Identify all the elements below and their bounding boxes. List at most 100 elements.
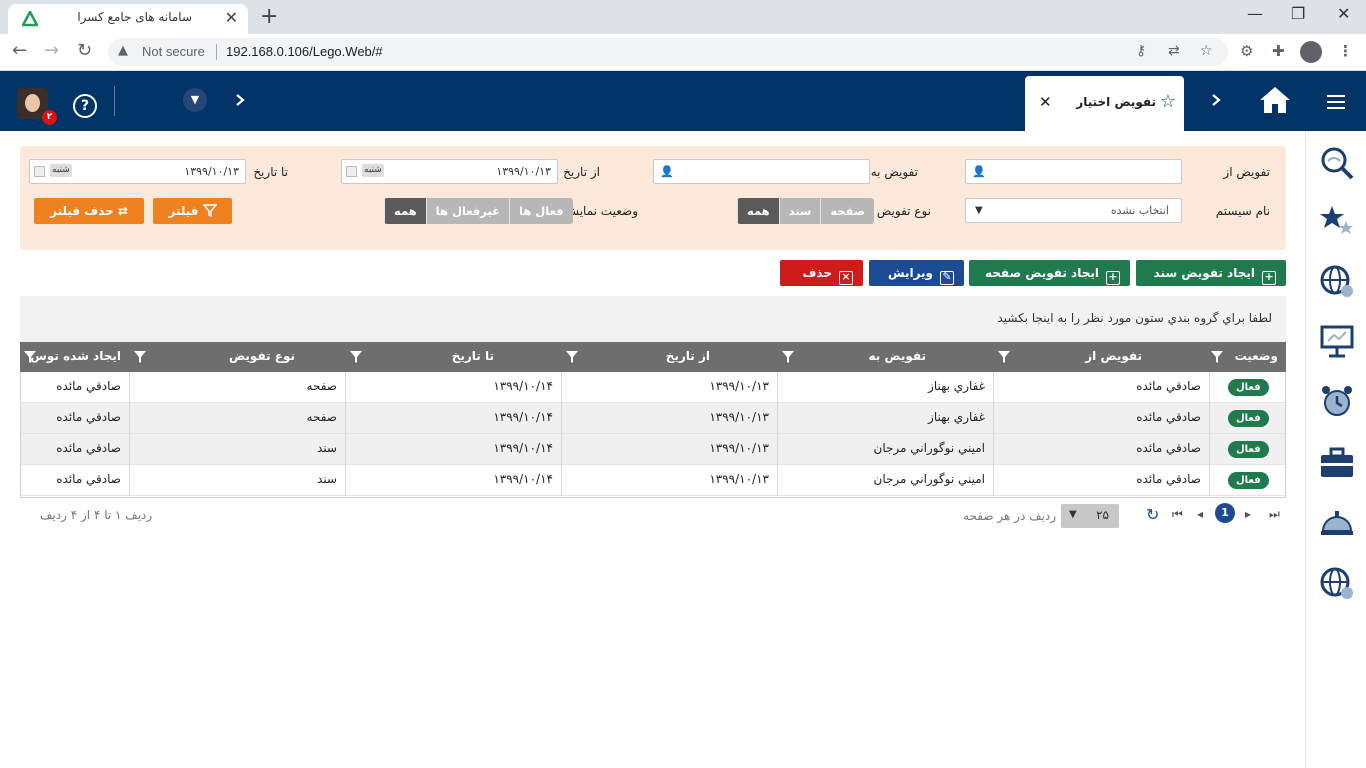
puzzle-icon[interactable]: ✚ [1272, 42, 1285, 60]
briefcase-icon[interactable] [1319, 445, 1355, 481]
filter-icon[interactable] [566, 351, 578, 363]
alarm-clock-icon[interactable] [1319, 383, 1355, 419]
first-page-icon[interactable]: ⏮ [1172, 507, 1183, 522]
key-icon[interactable]: ⚷ [1136, 43, 1146, 59]
filter-icon[interactable] [134, 351, 146, 363]
column-header-to-date[interactable]: تا تاریخ [345, 342, 561, 372]
created-by-cell: صادقي مائده [56, 379, 121, 393]
service-bell-icon[interactable] [1319, 503, 1355, 539]
edit-button[interactable]: ✎ ویرایش [869, 260, 964, 286]
extension-icon[interactable]: ⚙ [1240, 42, 1253, 60]
from-user-field[interactable]: 👤 [965, 159, 1182, 184]
close-window-icon[interactable]: ✕ [1337, 4, 1350, 23]
system-select[interactable]: ▼ انتخاب نشده [965, 198, 1182, 223]
column-header-from[interactable]: تفویض از [993, 342, 1209, 372]
delete-button[interactable]: × حذف [780, 260, 863, 286]
to-date-label: تا تاریخ [253, 165, 288, 179]
close-icon[interactable]: ✕ [1039, 93, 1052, 111]
column-header-to[interactable]: تفویض به [777, 342, 993, 372]
new-tab-icon[interactable]: + [260, 4, 278, 29]
type-option-all[interactable]: همه [737, 198, 779, 224]
from-date-field[interactable]: شنبه ۱۳۹۹/۱۰/۱۳ [341, 159, 558, 184]
profile-icon[interactable] [1300, 41, 1322, 63]
type-cell: سند [317, 441, 337, 455]
filter-icon[interactable] [350, 351, 362, 363]
filter-button[interactable]: فیلتر [153, 198, 232, 224]
edit-label: ویرایش [887, 266, 933, 280]
translate-icon[interactable]: ⇄ [1168, 43, 1180, 59]
close-box-icon: × [839, 271, 853, 285]
favorites-icon[interactable] [1319, 203, 1355, 239]
type-label: نوع تفویض [876, 204, 931, 218]
chevron-right-icon[interactable] [234, 93, 246, 107]
chevron-down-icon[interactable]: ▼ [183, 88, 207, 112]
calendar-icon[interactable] [346, 166, 357, 177]
status-option-inactive[interactable]: غیرفعال ها [425, 198, 509, 224]
column-header-from-date[interactable]: از تاریخ [561, 342, 777, 372]
filter-icon[interactable] [24, 351, 36, 363]
from-date-cell: ۱۳۹۹/۱۰/۱۳ [709, 379, 769, 393]
help-icon[interactable]: ? [73, 94, 97, 118]
filter-icon[interactable] [1211, 351, 1223, 363]
column-header-label: تا تاریخ [451, 349, 494, 363]
to-date-field[interactable]: شنبه ۱۳۹۹/۱۰/۱۳ [29, 159, 246, 184]
search-icon[interactable] [1319, 145, 1355, 181]
from-date-cell: ۱۳۹۹/۱۰/۱۳ [709, 472, 769, 486]
user-icon: 👤 [660, 165, 674, 178]
favorite-star-icon[interactable]: ☆ [1160, 91, 1176, 112]
to-cell: اميني نوگوراني مرجان [873, 441, 986, 455]
last-page-icon[interactable]: ⏭ [1269, 507, 1280, 522]
calendar-icon[interactable] [34, 166, 45, 177]
current-page[interactable]: 1 [1215, 503, 1235, 523]
back-icon[interactable]: ← [12, 40, 27, 61]
menu-dots-icon[interactable]: ⋮ [1338, 42, 1353, 60]
tab-delegation-label: تفویض اختیار [1076, 95, 1156, 109]
column-header-status[interactable]: وضعیت [1209, 342, 1286, 372]
type-option-doc[interactable]: سند [778, 198, 821, 224]
forward-icon[interactable]: → [44, 40, 59, 61]
group-drop-area[interactable]: لطفا براي گروه بندي ستون مورد نظر را به … [20, 296, 1286, 342]
status-option-active[interactable]: فعال ها [509, 198, 573, 224]
close-tab-icon[interactable]: ✕ [225, 8, 238, 27]
to-date-cell: ۱۳۹۹/۱۰/۱۴ [493, 410, 553, 424]
filter-icon[interactable] [998, 351, 1010, 363]
chevron-right-icon[interactable] [1210, 93, 1222, 107]
create-doc-delegation-button[interactable]: + ایجاد تفویض سند [1136, 260, 1286, 286]
table-row[interactable]: فعال صادقي مائده اميني نوگوراني مرجان ۱۳… [20, 434, 1286, 465]
refresh-icon[interactable]: ↻ [1146, 505, 1159, 524]
column-header-created-by[interactable]: ایجاد شده توس [20, 342, 129, 372]
presentation-board-icon[interactable] [1319, 323, 1355, 359]
maximize-icon[interactable]: ❐ [1291, 4, 1305, 23]
table-row[interactable]: فعال صادقي مائده اميني نوگوراني مرجان ۱۳… [20, 465, 1286, 496]
globe-gear-icon[interactable] [1319, 565, 1355, 601]
minimize-icon[interactable]: — [1247, 4, 1263, 23]
url-text[interactable]: 192.168.0.106/Lego.Web/# [226, 44, 383, 59]
browser-tab[interactable]: سامانه های جامع کسرا ✕ [8, 4, 248, 34]
page-size-select[interactable]: ▼ ۲۵ [1061, 504, 1119, 528]
table-row[interactable]: فعال صادقي مائده غفاري بهناز ۱۳۹۹/۱۰/۱۳ … [20, 403, 1286, 434]
reload-icon[interactable]: ↻ [77, 40, 92, 61]
column-header-type[interactable]: نوع تفویض [129, 342, 345, 372]
status-badge: فعال [1228, 379, 1269, 396]
browser-tab-title: سامانه های جامع کسرا [77, 10, 192, 24]
next-page-icon[interactable]: ▸ [1245, 507, 1251, 521]
hamburger-menu-icon[interactable] [1327, 95, 1345, 109]
type-option-page[interactable]: صفحه [820, 198, 874, 224]
pager-info: ردیف ۱ تا ۴ از ۴ ردیف [40, 508, 153, 522]
url-omnibox[interactable]: ▲ Not secure 192.168.0.106/Lego.Web/# ⚷ … [108, 38, 1228, 66]
previous-page-icon[interactable]: ◂ [1197, 507, 1203, 521]
to-user-field[interactable]: 👤 [653, 159, 870, 184]
status-option-all[interactable]: همه [384, 198, 426, 224]
home-icon[interactable] [1259, 85, 1291, 115]
to-date-day: شنبه [50, 164, 72, 177]
status-cell: فعال [1209, 403, 1286, 434]
table-row[interactable]: فعال صادقي مائده غفاري بهناز ۱۳۹۹/۱۰/۱۳ … [20, 372, 1286, 403]
globe-settings-icon[interactable] [1319, 263, 1355, 299]
clear-filter-button[interactable]: ⇄حذف فیلتر [34, 198, 144, 224]
filter-icon[interactable] [782, 351, 794, 363]
create-page-delegation-button[interactable]: + ایجاد تفویض صفحه [969, 260, 1130, 286]
tab-delegation[interactable]: ✕ تفویض اختیار ☆ [1025, 76, 1184, 131]
created-by-cell: صادقي مائده [56, 410, 121, 424]
bookmark-star-icon[interactable]: ☆ [1200, 43, 1213, 59]
column-header-label: از تاریخ [665, 349, 710, 363]
